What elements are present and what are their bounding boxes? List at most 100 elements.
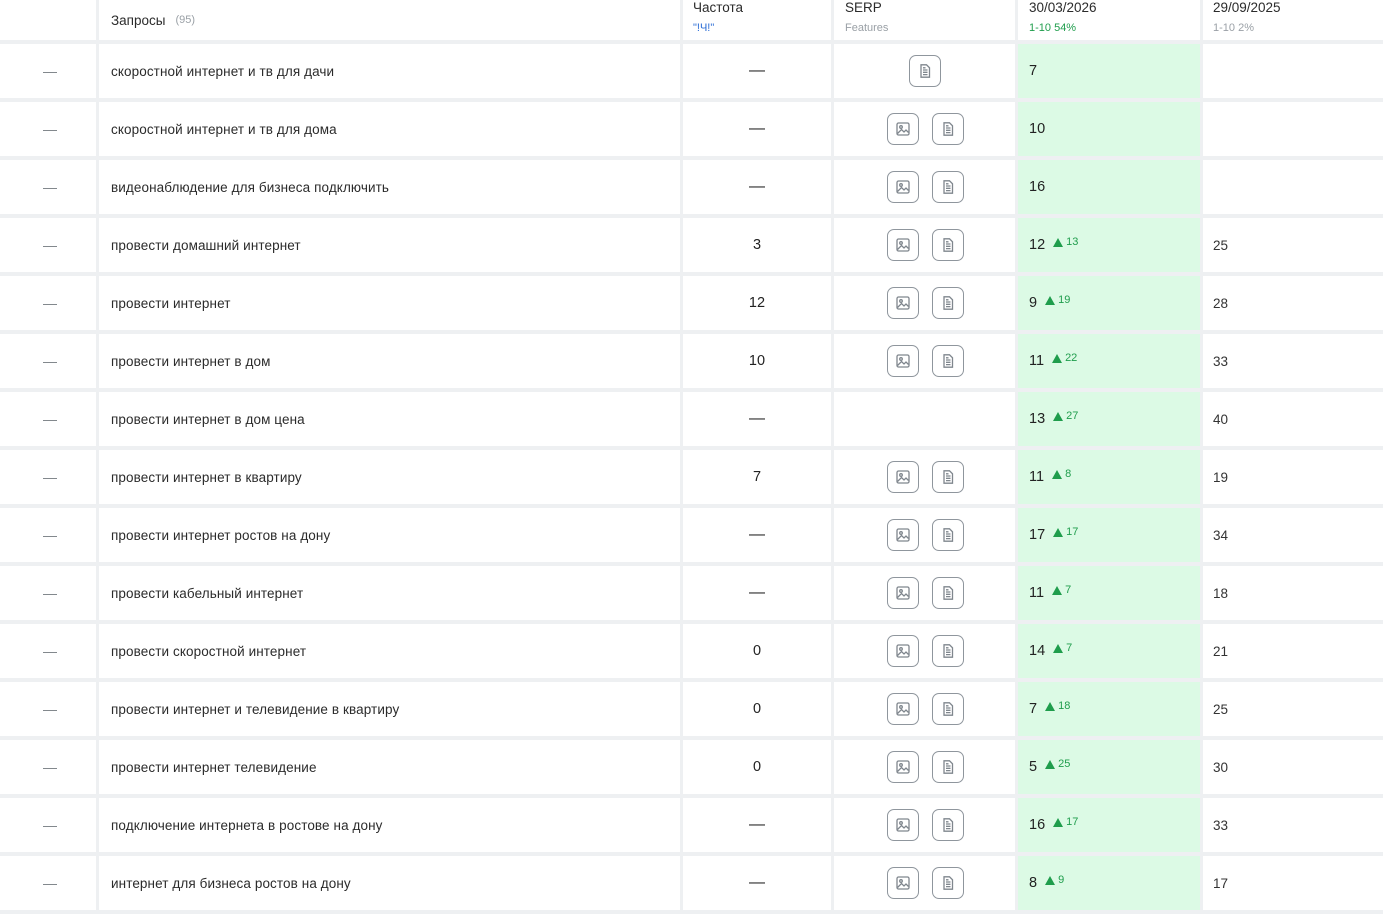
- row-selector[interactable]: —: [4, 566, 96, 620]
- header-frequency-type[interactable]: "!Ч!": [693, 22, 831, 34]
- serp-snippet-button[interactable]: [931, 229, 964, 261]
- query-text[interactable]: скоростной интернет и тв для дачи: [111, 44, 671, 98]
- table-row[interactable]: — подключение интернета в ростове на дон…: [0, 798, 1383, 856]
- table-row[interactable]: — провести кабельный интернет — 11 7 18: [0, 566, 1383, 624]
- query-text[interactable]: провести интернет в квартиру: [111, 450, 671, 504]
- row-selector[interactable]: —: [4, 392, 96, 446]
- row-selector[interactable]: —: [4, 218, 96, 272]
- position-change-value: 19: [1058, 294, 1071, 306]
- serp-features: [835, 856, 1015, 910]
- query-text[interactable]: подключение интернета в ростове на дону: [111, 798, 671, 852]
- row-selector[interactable]: —: [4, 740, 96, 794]
- header-frequency[interactable]: Частота "!Ч!": [693, 0, 831, 40]
- query-text[interactable]: провести интернет в дом цена: [111, 392, 671, 446]
- row-selector[interactable]: —: [4, 102, 96, 156]
- header-serp[interactable]: SERP Features: [845, 0, 1015, 40]
- table-row[interactable]: — провести интернет в квартиру 7 11 8 19: [0, 450, 1383, 508]
- header-queries[interactable]: Запросы (95): [111, 0, 671, 40]
- query-text[interactable]: провести скоростной интернет: [111, 624, 671, 678]
- serp-images-button[interactable]: [886, 519, 919, 551]
- query-text[interactable]: провести интернет телевидение: [111, 740, 671, 794]
- row-selector[interactable]: —: [4, 160, 96, 214]
- serp-images-button[interactable]: [886, 461, 919, 493]
- table-row[interactable]: — провести интернет 12 9 19 28: [0, 276, 1383, 334]
- position-current: 10: [1018, 102, 1200, 156]
- serp-images-button[interactable]: [886, 751, 919, 783]
- query-text[interactable]: провести домашний интернет: [111, 218, 671, 272]
- serp-features: [835, 160, 1015, 214]
- query-text[interactable]: видеонаблюдение для бизнеса подключить: [111, 160, 671, 214]
- frequency-text: 3: [752, 237, 762, 253]
- row-selector[interactable]: —: [4, 276, 96, 330]
- table-row[interactable]: — провести интернет ростов на дону — 17 …: [0, 508, 1383, 566]
- rankings-table: Запросы (95) Частота "!Ч!" SERP Features…: [0, 0, 1383, 914]
- table-row[interactable]: — провести скоростной интернет 0 14 7 21: [0, 624, 1383, 682]
- serp-images-button[interactable]: [886, 287, 919, 319]
- doc-icon: [942, 818, 953, 832]
- row-selector[interactable]: —: [4, 624, 96, 678]
- frequency-value: 7: [683, 450, 831, 504]
- row-selector[interactable]: —: [4, 450, 96, 504]
- header-date-previous-top10: 1-10 2%: [1213, 22, 1254, 34]
- table-row[interactable]: — провести домашний интернет 3 12 13 25: [0, 218, 1383, 276]
- row-selector[interactable]: —: [4, 798, 96, 852]
- serp-snippet-button[interactable]: [931, 867, 964, 899]
- serp-images-button[interactable]: [886, 635, 919, 667]
- row-selector[interactable]: —: [4, 682, 96, 736]
- serp-snippet-button[interactable]: [931, 461, 964, 493]
- query-text[interactable]: скоростной интернет и тв для дома: [111, 102, 671, 156]
- row-selector[interactable]: —: [4, 44, 96, 98]
- table-body: — скоростной интернет и тв для дачи — 7 …: [0, 44, 1383, 914]
- query-text[interactable]: интернет для бизнеса ростов на дону: [111, 856, 671, 910]
- table-row[interactable]: — видеонаблюдение для бизнеса подключить…: [0, 160, 1383, 218]
- position-value: 7: [1029, 63, 1038, 79]
- serp-images-button[interactable]: [886, 693, 919, 725]
- query-text[interactable]: провести интернет и телевидение в кварти…: [111, 682, 671, 736]
- serp-images-button[interactable]: [886, 867, 919, 899]
- serp-images-button[interactable]: [886, 345, 919, 377]
- table-row[interactable]: — скоростной интернет и тв для дачи — 7: [0, 44, 1383, 102]
- row-dash: —: [43, 237, 57, 253]
- row-selector[interactable]: —: [4, 508, 96, 562]
- position-change: 18: [1045, 700, 1070, 712]
- row-selector[interactable]: —: [4, 334, 96, 388]
- header-date-current[interactable]: 30/03/2026 1-10 54%: [1029, 0, 1199, 40]
- doc-icon: [942, 528, 953, 542]
- frequency-text: 7: [752, 469, 762, 485]
- query-text[interactable]: провести кабельный интернет: [111, 566, 671, 620]
- query-text[interactable]: провести интернет в дом: [111, 334, 671, 388]
- serp-snippet-button[interactable]: [909, 55, 941, 87]
- row-dash: —: [43, 643, 57, 659]
- serp-images-button[interactable]: [886, 171, 919, 203]
- serp-images-button[interactable]: [886, 577, 919, 609]
- serp-snippet-button[interactable]: [931, 345, 964, 377]
- header-date-previous[interactable]: 29/09/2025 1-10 2%: [1213, 0, 1383, 40]
- serp-snippet-button[interactable]: [931, 171, 964, 203]
- serp-snippet-button[interactable]: [931, 287, 964, 319]
- table-row[interactable]: — интернет для бизнеса ростов на дону — …: [0, 856, 1383, 914]
- serp-snippet-button[interactable]: [931, 693, 964, 725]
- table-row[interactable]: — провести интернет в дом цена — 13 27 4…: [0, 392, 1383, 450]
- row-selector[interactable]: —: [4, 856, 96, 910]
- position-change: 17: [1053, 816, 1078, 828]
- serp-snippet-button[interactable]: [931, 113, 964, 145]
- position-current: 8 9: [1018, 856, 1200, 910]
- serp-snippet-button[interactable]: [931, 751, 964, 783]
- table-row[interactable]: — провести интернет и телевидение в квар…: [0, 682, 1383, 740]
- serp-snippet-button[interactable]: [931, 809, 964, 841]
- serp-snippet-button[interactable]: [931, 519, 964, 551]
- table-row[interactable]: — скоростной интернет и тв для дома — 10: [0, 102, 1383, 160]
- query-text[interactable]: провести интернет ростов на дону: [111, 508, 671, 562]
- doc-icon: [942, 296, 953, 310]
- serp-images-button[interactable]: [886, 113, 919, 145]
- serp-images-button[interactable]: [886, 229, 919, 261]
- table-row[interactable]: — провести интернет телевидение 0 5 25 3…: [0, 740, 1383, 798]
- doc-icon: [942, 470, 953, 484]
- query-text[interactable]: провести интернет: [111, 276, 671, 330]
- up-arrow-icon: [1053, 817, 1064, 827]
- serp-snippet-button[interactable]: [931, 635, 964, 667]
- table-row[interactable]: — провести интернет в дом 10 11 22 33: [0, 334, 1383, 392]
- serp-features: [835, 624, 1015, 678]
- serp-snippet-button[interactable]: [931, 577, 964, 609]
- serp-images-button[interactable]: [886, 809, 919, 841]
